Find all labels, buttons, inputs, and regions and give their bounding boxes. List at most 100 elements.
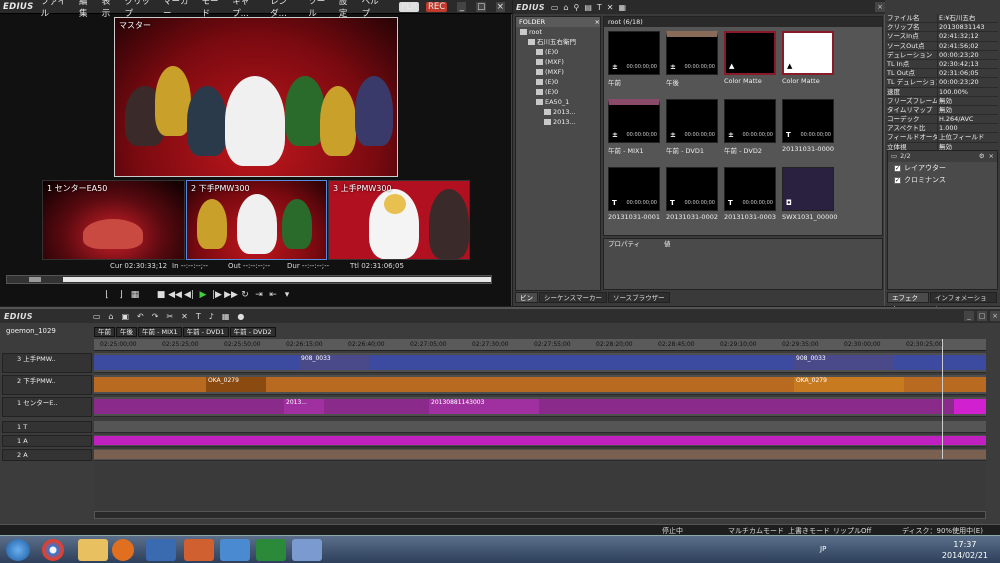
effect-item-chrominance[interactable]: ✓ クロミナンス: [888, 174, 997, 186]
rec-toggle[interactable]: REC: [426, 1, 448, 12]
play-icon[interactable]: ▶: [196, 290, 210, 300]
menu-capture[interactable]: キャプ...: [232, 0, 263, 19]
stop-icon[interactable]: ■: [154, 290, 168, 300]
clip-item[interactable]: T 00:00:00;00 20131031-0000: [782, 99, 834, 153]
tree-folder[interactable]: 石川五右衛門: [516, 37, 600, 47]
track-header-a2[interactable]: 2 A: [2, 449, 92, 461]
track-lane-v1[interactable]: 2013... 20130881143003: [94, 397, 986, 417]
menu-marker[interactable]: マーカー: [163, 0, 194, 19]
track-lane-a2[interactable]: [94, 449, 986, 461]
clip-item[interactable]: ▲ Color Matte: [782, 31, 834, 85]
checkbox-icon[interactable]: ✓: [894, 164, 901, 172]
effect-item-layouter[interactable]: ✓ レイアウター: [888, 162, 997, 174]
effect-settings-icon[interactable]: ⚙: [979, 151, 985, 162]
clear-in-out-icon[interactable]: ▦: [128, 290, 142, 300]
track-header-v2[interactable]: 2 下手PMW..: [2, 375, 92, 395]
mic-icon[interactable]: ♪: [209, 312, 214, 321]
clip-item[interactable]: T 00:00:00;00 20131031-0001: [608, 167, 660, 221]
minimize-icon[interactable]: _: [457, 1, 467, 12]
clip-item[interactable]: ◘ SWX1031_00000: [782, 167, 837, 221]
title-icon[interactable]: T: [597, 3, 602, 12]
clip-item[interactable]: ±00:00:00;00 午前 - DVD1: [666, 99, 718, 155]
close-icon[interactable]: ×: [495, 1, 505, 12]
shield-icon[interactable]: [220, 539, 250, 561]
tree-folder[interactable]: (MXF): [516, 57, 600, 67]
menu-file[interactable]: ファイル: [41, 0, 72, 19]
seq-tab[interactable]: 午前 - DVD2: [229, 327, 276, 337]
step-forward-icon[interactable]: |▶: [210, 290, 224, 300]
tree-folder[interactable]: (MXF): [516, 67, 600, 77]
sequence-icon[interactable]: ▤: [584, 3, 592, 12]
track-header-v1[interactable]: 1 センターE..: [2, 397, 92, 417]
clip-item[interactable]: ±00:00:00;00 午後: [666, 31, 718, 87]
open-project-icon[interactable]: ⌂: [108, 312, 113, 321]
tree-folder[interactable]: EA50_1: [516, 97, 600, 107]
track-header-a1[interactable]: 1 A: [2, 435, 92, 447]
tree-folder[interactable]: (E)0: [516, 77, 600, 87]
camera-3-preview[interactable]: 3 上手PMW300: [328, 180, 470, 260]
start-button-icon[interactable]: [6, 539, 30, 561]
redo-icon[interactable]: ↷: [152, 312, 159, 321]
chrome-icon[interactable]: [42, 539, 64, 561]
fast-forward-icon[interactable]: ▶▶: [224, 290, 238, 300]
tl-maximize-icon[interactable]: □: [977, 311, 987, 321]
save-icon[interactable]: ▣: [121, 312, 129, 321]
position-scrubber[interactable]: [6, 275, 492, 284]
insert-icon[interactable]: ⇥: [252, 290, 266, 300]
cut-icon[interactable]: ✂: [166, 312, 173, 321]
explorer-icon[interactable]: [78, 539, 108, 561]
app-icon[interactable]: [184, 539, 214, 561]
tab-bin[interactable]: ビン: [515, 292, 538, 303]
tl-close-icon[interactable]: ×: [990, 311, 1000, 321]
menu-chevron-icon[interactable]: ▾: [280, 290, 294, 300]
set-in-icon[interactable]: ⌊: [100, 290, 114, 300]
tl-minimize-icon[interactable]: _: [964, 311, 974, 321]
edius-task-icon[interactable]: [256, 539, 286, 561]
open-icon[interactable]: ⌂: [563, 3, 568, 12]
add-title-icon[interactable]: T: [196, 312, 201, 321]
menu-help[interactable]: ヘルプ: [362, 0, 386, 19]
tab-sequence-marker[interactable]: シーケンスマーカー: [539, 292, 607, 303]
overwrite-icon[interactable]: ⇤: [266, 290, 280, 300]
menu-clip[interactable]: クリップ: [125, 0, 156, 19]
menu-render[interactable]: レンダ...: [270, 0, 301, 19]
set-out-icon[interactable]: ⌋: [114, 290, 128, 300]
tree-folder[interactable]: 2013...: [516, 117, 600, 127]
delete-clip-icon[interactable]: ✕: [181, 312, 188, 321]
step-back-icon[interactable]: ◀|: [182, 290, 196, 300]
camera-1-preview[interactable]: 1 センターEA50: [42, 180, 185, 260]
track-lane-v3[interactable]: 908_0033 908_0033: [94, 353, 986, 373]
seq-tab[interactable]: 午前 - DVD1: [182, 327, 229, 337]
clip-item[interactable]: T 00:00:00;00 20131031-0003: [724, 167, 776, 221]
search-icon[interactable]: ⚲: [573, 3, 579, 12]
menu-edit[interactable]: 編集: [79, 0, 95, 19]
seq-tab[interactable]: 午前 - MIX1: [138, 327, 182, 337]
clip-item[interactable]: ±00:00:00;00 午前 - DVD2: [724, 99, 776, 155]
track-lane-a1[interactable]: [94, 435, 986, 447]
delete-icon[interactable]: ✕: [607, 3, 614, 12]
media-player-icon[interactable]: [112, 539, 134, 561]
new-sequence-icon[interactable]: ▭: [93, 312, 101, 321]
language-indicator[interactable]: JP: [820, 545, 826, 553]
menu-view[interactable]: 表示: [102, 0, 118, 19]
render-icon[interactable]: ▦: [222, 312, 230, 321]
tree-folder[interactable]: (E)0: [516, 47, 600, 57]
timeline-playhead[interactable]: [942, 339, 943, 459]
paint-icon[interactable]: [292, 539, 322, 561]
folder-close-icon[interactable]: ×: [595, 17, 600, 27]
seq-tab[interactable]: 午前: [94, 327, 115, 337]
menu-settings[interactable]: 設定: [339, 0, 355, 19]
undo-icon[interactable]: ↶: [137, 312, 144, 321]
bin-close-icon[interactable]: ×: [875, 2, 885, 12]
scrubber-handle[interactable]: [29, 277, 41, 282]
clip-item[interactable]: ▲ Color Matte: [724, 31, 776, 85]
tab-information[interactable]: インフォメーション: [929, 292, 997, 313]
plr-toggle[interactable]: PLR: [399, 1, 420, 12]
maximize-icon[interactable]: □: [476, 1, 486, 12]
camera-2-preview[interactable]: 2 下手PMW300: [186, 180, 327, 260]
system-clock[interactable]: 17:37 2014/02/21: [942, 539, 988, 561]
tree-root[interactable]: root: [516, 27, 600, 37]
tab-source-browser[interactable]: ソースブラウザー: [607, 292, 670, 303]
menu-mode[interactable]: モード: [201, 0, 225, 19]
tree-folder[interactable]: 2013...: [516, 107, 600, 117]
